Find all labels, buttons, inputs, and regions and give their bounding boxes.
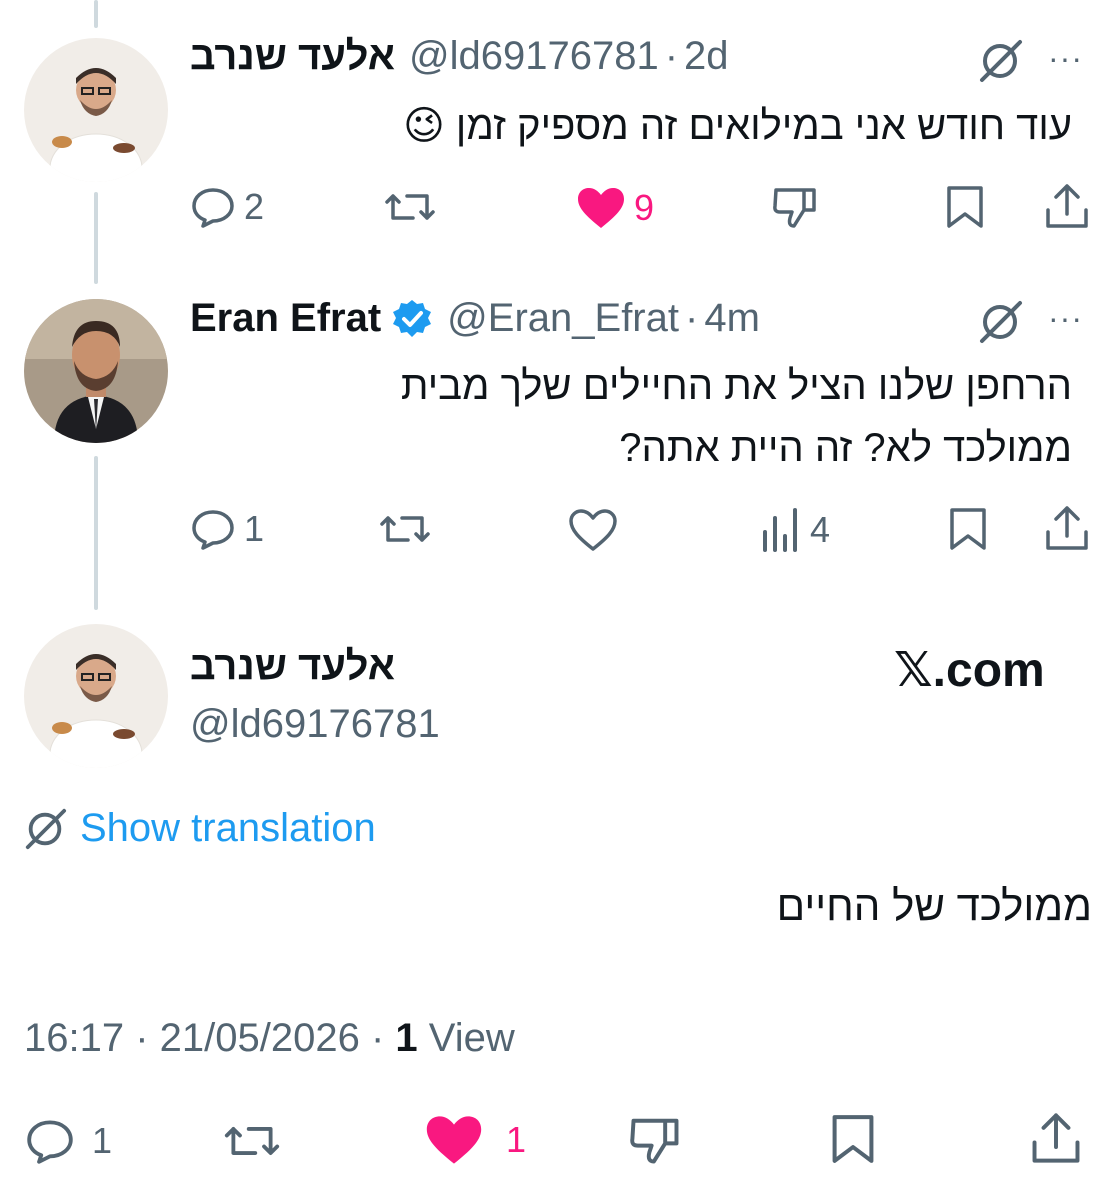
display-name[interactable]: אלעד שנרב [190, 644, 395, 689]
avatar[interactable] [24, 624, 168, 768]
reply-icon [192, 188, 234, 228]
retweet-icon [224, 1127, 280, 1155]
timestamp[interactable]: 2d [684, 34, 729, 79]
separator-dot: · [685, 296, 699, 340]
reply-count: 1 [244, 508, 265, 549]
views-count: 1 [395, 1016, 418, 1060]
avatar[interactable] [24, 38, 168, 182]
views-label: View [428, 1016, 515, 1060]
tweet-header: Eran Efrat @Eran_Efrat · 4m [190, 296, 760, 341]
grok-icon [25, 808, 67, 849]
reply-count: 2 [244, 186, 265, 227]
bookmark-icon [950, 508, 986, 550]
bookmark-button[interactable] [830, 1112, 876, 1166]
bookmark-button[interactable] [948, 506, 988, 552]
thread-line-2 [94, 456, 98, 610]
views-button[interactable]: 4 [760, 508, 830, 552]
heart-filled-icon [426, 1116, 482, 1164]
thread-line-1 [94, 192, 98, 284]
bookmark-button[interactable] [945, 184, 985, 230]
tweet-text: עוד חודש אני במילואים זה מספיק זמן 😉 [403, 104, 1072, 148]
show-translation-label: Show translation [80, 806, 376, 850]
tweet-meta: 16:17 · 21/05/2026 · 1 View [24, 1016, 515, 1061]
views-count: 4 [810, 509, 831, 550]
display-name[interactable]: אלעד שנרב [190, 34, 395, 79]
like-count: 9 [634, 187, 655, 228]
dislike-button[interactable] [770, 184, 820, 230]
retweet-icon [385, 194, 435, 220]
bookmark-icon [832, 1115, 874, 1163]
reply-button[interactable]: 2 [190, 186, 264, 228]
handle[interactable]: @ld69176781 [409, 34, 659, 79]
share-button[interactable] [1044, 504, 1090, 552]
retweet-icon [380, 516, 430, 542]
share-button[interactable] [1044, 182, 1090, 230]
show-translation-link[interactable]: Show translation [22, 806, 376, 851]
thumbs-down-icon [773, 188, 816, 228]
retweet-button[interactable] [378, 508, 432, 550]
more-icon[interactable]: ··· [1048, 300, 1083, 337]
more-icon[interactable]: ··· [1048, 40, 1083, 77]
handle[interactable]: @Eran_Efrat [447, 296, 679, 341]
site-label: 𝕏.com [894, 644, 1045, 697]
separator-dot: · [664, 34, 679, 78]
avatar[interactable] [24, 299, 168, 443]
display-name[interactable]: Eran Efrat [190, 296, 381, 341]
like-count: 1 [506, 1119, 527, 1160]
share-button[interactable] [1030, 1110, 1082, 1166]
heart-filled-icon [578, 188, 624, 228]
share-icon [1046, 506, 1088, 550]
reply-icon [192, 510, 234, 550]
tweet-text-line-2: ממולכד לא? זה היית אתה? [619, 426, 1072, 470]
tweet-text-line-1: הרחפן שלנו הציל את החיילים שלך מבית [400, 364, 1072, 408]
bookmark-icon [947, 186, 983, 228]
thumbs-down-icon [630, 1118, 679, 1164]
timestamp[interactable]: 16:17 · 21/05/2026 · [24, 1016, 384, 1060]
grok-icon[interactable] [976, 38, 1024, 89]
tweet-text: ממולכד של החיים [776, 882, 1092, 929]
timestamp[interactable]: 4m [704, 296, 760, 341]
tweet-header: אלעד שנרב @ld69176781 · 2d [190, 34, 729, 79]
reply-icon [27, 1120, 73, 1164]
retweet-button[interactable] [383, 186, 437, 228]
reply-button[interactable]: 1 [190, 508, 264, 550]
views-chart-icon [763, 508, 797, 552]
dislike-button[interactable] [626, 1114, 684, 1166]
grok-icon[interactable] [976, 299, 1024, 350]
share-icon [1046, 184, 1088, 228]
reply-button[interactable]: 1 [24, 1118, 112, 1164]
heart-icon [569, 509, 617, 551]
retweet-button[interactable] [222, 1118, 282, 1164]
thread-line-top [94, 0, 98, 28]
reply-count: 1 [92, 1120, 113, 1161]
like-button[interactable]: 1 [424, 1114, 526, 1166]
like-button[interactable]: 9 [576, 186, 654, 230]
verified-badge-icon [391, 298, 433, 340]
share-icon [1032, 1113, 1080, 1163]
like-button[interactable] [568, 508, 618, 552]
handle[interactable]: @ld69176781 [190, 702, 440, 747]
